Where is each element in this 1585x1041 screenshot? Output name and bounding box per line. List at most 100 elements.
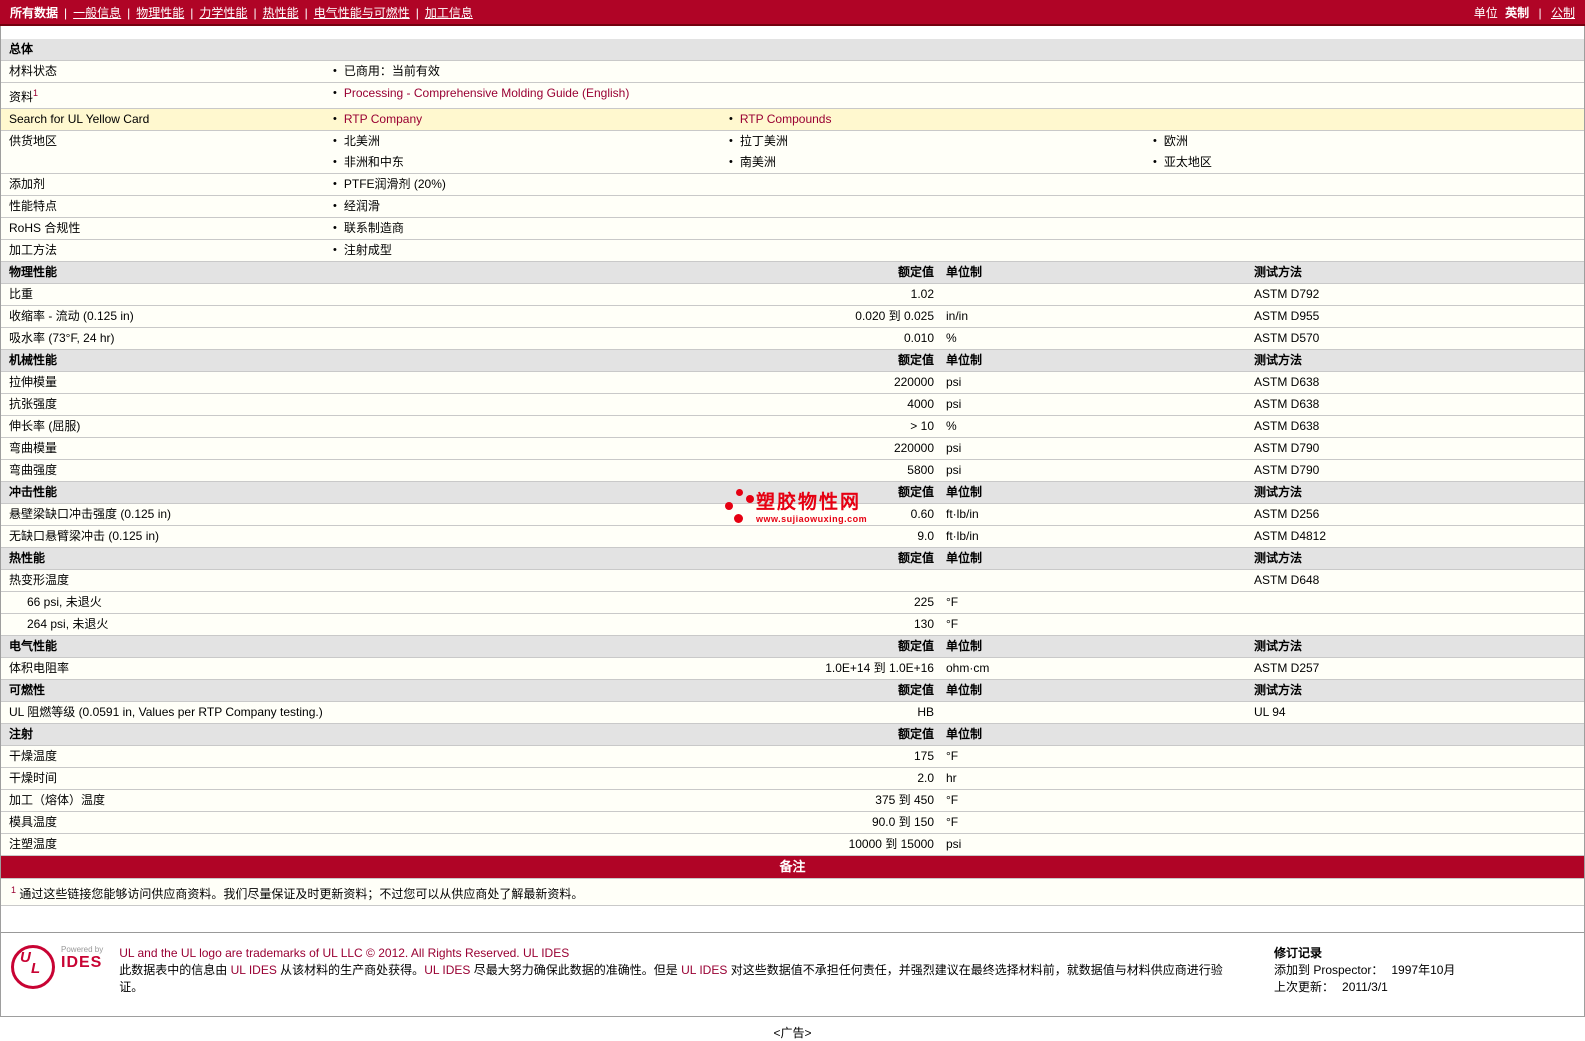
info-row: 材料状态 • 已商用：当前有效 — [1, 61, 1584, 83]
property-value: 0.60 — [910, 507, 934, 521]
nav-item[interactable]: 加工信息 — [425, 6, 473, 20]
property-unit: % — [946, 419, 957, 433]
notes-section-bar: 备注 — [1, 856, 1584, 879]
test-method: ASTM D638 — [1254, 397, 1320, 411]
section-header: 冲击性能 额定值 单位制 测试方法 — [1, 482, 1584, 504]
property-row: 抗张强度 4000 psi ASTM D638 — [1, 394, 1584, 416]
datasheet-body: 总体 材料状态 • 已商用：当前有效 资料1 • Processing - Comprehe… — [0, 26, 1585, 1017]
revision-title: 修订记录 — [1274, 946, 1323, 960]
property-unit: psi — [946, 441, 962, 455]
bullet-icon: • — [333, 87, 337, 99]
nav-item[interactable]: 物理性能 — [136, 6, 184, 20]
info-value: 非洲和中东 — [343, 155, 404, 169]
footer: U L Powered by IDES UL and the UL logo a… — [1, 932, 1584, 1016]
test-method: UL 94 — [1254, 705, 1286, 719]
property-value: 4000 — [907, 397, 934, 411]
unit-column-header: 单位制 — [946, 485, 983, 499]
property-label: 干燥时间 — [9, 771, 58, 785]
property-row: 无缺口悬臂梁冲击 (0.125 in) 9.0 ft·lb/in ASTM D4812 — [1, 526, 1584, 548]
method-column-header: 测试方法 — [1254, 265, 1303, 279]
info-value: 已商用：当前有效 — [343, 64, 440, 78]
bullet-item: • 南美洲 — [719, 152, 1143, 173]
property-row: 热变形温度 ASTM D648 — [1, 570, 1584, 592]
property-label: 热变形温度 — [9, 573, 70, 587]
info-cell — [1143, 83, 1584, 108]
nav-item[interactable]: 一般信息 — [73, 6, 121, 20]
footnote-marker: 1 — [11, 885, 17, 895]
info-row: Search for UL Yellow Card • RTP Company • RT… — [1, 109, 1584, 131]
property-unit: ft·lb/in — [946, 529, 979, 543]
info-value: 经润滑 — [343, 199, 380, 213]
property-unit: °F — [946, 749, 959, 763]
property-label: 干燥温度 — [9, 749, 58, 763]
unit-column-header: 单位制 — [946, 551, 983, 565]
property-value: 2.0 — [917, 771, 934, 785]
nav-item[interactable]: 所有数据 — [10, 6, 58, 20]
units-label: 单位 — [1473, 5, 1498, 20]
property-value: > 10 — [910, 419, 934, 433]
value-column-header: 额定值 — [897, 551, 934, 565]
info-cell: • 拉丁美洲 • 南美洲 — [719, 131, 1143, 173]
revision-history: 修订记录 添加到 Prospector： 1997年10月 上次更新： 2011/3… — [1274, 945, 1574, 996]
info-row: 性能特点 • 经润滑 — [1, 196, 1584, 218]
property-unit: °F — [946, 595, 959, 609]
property-unit: ohm·cm — [946, 661, 990, 675]
bullet-icon: • — [333, 244, 337, 256]
nav-item[interactable]: 电气性能与可燃性 — [314, 6, 410, 20]
method-column-header: 测试方法 — [1254, 639, 1303, 653]
property-value: 90.0 到 150 — [871, 815, 934, 829]
property-label: 264 psi, 未退火 — [27, 617, 109, 631]
property-label: 加工（熔体）温度 — [9, 793, 106, 807]
disclaimer-segment: 尽最大努力确保此数据的准确性。但是 — [470, 963, 682, 977]
nav-item[interactable]: 力学性能 — [199, 6, 247, 20]
property-label: 体积电阻率 — [9, 661, 70, 675]
disclaimer-segment: 此数据表中的信息由 — [119, 963, 231, 977]
info-cell — [719, 240, 1143, 261]
bullet-icon: • — [333, 113, 337, 125]
nav-item[interactable]: 热性能 — [263, 6, 299, 20]
property-row: 干燥温度 175 °F — [1, 746, 1584, 768]
property-unit: hr — [946, 771, 957, 785]
property-label: 拉伸模量 — [9, 375, 58, 389]
bullet-item: • PTFE润滑剂 (20%) — [323, 174, 719, 195]
info-cell: • 联系制造商 — [323, 218, 719, 239]
property-label: 弯曲模量 — [9, 441, 58, 455]
section-header: 物理性能 额定值 单位制 测试方法 — [1, 262, 1584, 284]
value-column-header: 额定值 — [897, 683, 934, 697]
spec-link[interactable]: RTP Compounds — [740, 112, 832, 126]
unit-metric-link[interactable]: 公制 — [1551, 6, 1575, 20]
test-method: ASTM D570 — [1254, 331, 1320, 345]
bullet-item: • RTP Compounds — [719, 109, 1143, 130]
method-column-header: 测试方法 — [1254, 353, 1303, 367]
property-label: 吸水率 (73°F, 24 hr) — [9, 331, 115, 345]
nav-links: 所有数据 | 一般信息 | 物理性能 | 力学性能 | 热性能 | 电气性能与可燃性 | 加工信息 — [10, 4, 473, 21]
info-cell — [1143, 61, 1584, 82]
property-label: 无缺口悬臂梁冲击 (0.125 in) — [9, 529, 160, 543]
property-row: 收缩率 - 流动 (0.125 in) 0.020 到 0.025 in/in AST… — [1, 306, 1584, 328]
info-cell: • 北美洲 • 非洲和中东 — [323, 131, 719, 173]
disclaimer-segment: 从该材料的生产商处获得。 — [276, 963, 425, 977]
property-row: 吸水率 (73°F, 24 hr) 0.010% ASTM D570 — [1, 328, 1584, 350]
property-value: 1.02 — [910, 287, 934, 301]
info-cell — [1143, 240, 1584, 261]
spec-link[interactable]: Processing - Comprehensive Molding Guide… — [344, 86, 629, 100]
unit-column-header: 单位制 — [946, 265, 983, 279]
property-label: 收缩率 - 流动 (0.125 in) — [9, 309, 134, 323]
property-unit — [944, 702, 1254, 723]
section-title: 机械性能 — [9, 353, 58, 367]
added-to-prospector-row: 添加到 Prospector： 1997年10月 — [1274, 963, 1456, 977]
property-unit — [944, 284, 1254, 305]
bullet-icon: • — [729, 135, 733, 147]
spec-link[interactable]: RTP Company — [344, 112, 422, 126]
info-label: 添加剂 — [9, 177, 46, 191]
info-value: 南美洲 — [739, 155, 776, 169]
bullet-item: • 北美洲 — [323, 131, 719, 152]
info-cell — [719, 83, 1143, 108]
test-method: ASTM D648 — [1254, 573, 1320, 587]
section-title: 可燃性 — [9, 683, 46, 697]
property-table: 总体 材料状态 • 已商用：当前有效 资料1 • Processing - Comprehe… — [1, 26, 1584, 856]
unit-column-header: 单位制 — [946, 353, 983, 367]
info-label: 材料状态 — [9, 64, 58, 78]
property-value: 0.010 — [903, 331, 934, 345]
powered-by-block: Powered by IDES — [61, 945, 103, 972]
